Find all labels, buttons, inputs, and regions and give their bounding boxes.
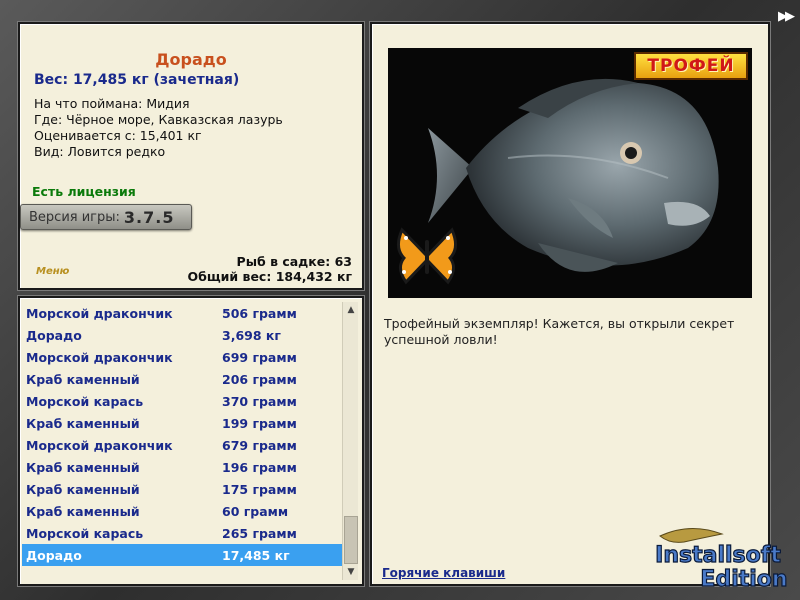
catch-fish-name: Морской карась xyxy=(26,525,144,541)
catch-list-item[interactable]: Дорадо 3,698 кг xyxy=(22,324,342,346)
version-label: Версия игры: xyxy=(29,209,120,225)
fish-count: Рыб в садке: 63 xyxy=(236,254,352,269)
catch-fish-name: Краб каменный xyxy=(26,459,140,475)
catch-list-item[interactable]: Краб каменный 206 грамм xyxy=(22,368,342,390)
catch-fish-name: Морской дракончик xyxy=(26,305,173,321)
catch-fish-name: Краб каменный xyxy=(26,371,140,387)
catch-fish-weight: 370 грамм xyxy=(222,393,297,409)
scroll-thumb[interactable] xyxy=(344,516,358,564)
total-weight: Общий вес: 184,432 кг xyxy=(187,269,353,284)
watermark-line1: Installsoft xyxy=(655,543,781,568)
fast-forward-icon[interactable]: ▶▶ xyxy=(778,9,795,24)
catch-fish-weight: 175 грамм xyxy=(222,481,297,497)
watermark-logo: Installsoft Edition xyxy=(655,527,788,593)
catch-list-item[interactable]: Краб каменный 199 грамм xyxy=(22,412,342,434)
catch-fish-name: Краб каменный xyxy=(26,481,140,497)
version-badge: Версия игры: 3.7.5 xyxy=(20,204,192,230)
watermark-line2: Edition xyxy=(700,567,787,592)
trophy-badge: ТРОФЕЙ xyxy=(634,52,748,80)
catch-fish-name: Дорадо xyxy=(26,327,82,343)
installsoft-watermark: Installsoft Edition xyxy=(640,522,796,594)
catch-fish-name: Морской дракончик xyxy=(26,349,173,365)
keepnet-stats: Рыб в садке: 63 Общий вес: 184,432 кг xyxy=(188,254,353,284)
catch-fish-weight: 196 грамм xyxy=(222,459,297,475)
kind-line: Вид: Ловится редко xyxy=(34,144,166,159)
catch-list-scrollbar[interactable]: ▲ ▼ xyxy=(342,302,358,580)
catch-fish-name: Морской карась xyxy=(26,393,144,409)
catch-list-item[interactable]: Морской дракончик 699 грамм xyxy=(22,346,342,368)
catch-fish-weight: 3,698 кг xyxy=(222,327,281,343)
catch-fish-name: Морской дракончик xyxy=(26,437,173,453)
catch-fish-weight: 199 грамм xyxy=(222,415,297,431)
catch-list: Морской дракончик 506 грамм Дорадо 3,698 кг… xyxy=(22,302,342,566)
catch-fish-name: Краб каменный xyxy=(26,415,140,431)
catch-fish-name: Дорадо xyxy=(26,547,82,563)
catch-fish-name: Краб каменный xyxy=(26,503,140,519)
rated-from-line: Оценивается с: 15,401 кг xyxy=(34,128,202,143)
catch-list-item[interactable]: Морской дракончик 506 грамм xyxy=(22,302,342,324)
caught-on-line: На что поймана: Мидия xyxy=(34,96,190,111)
catch-list-item[interactable]: Морской карась 265 грамм xyxy=(22,522,342,544)
catch-fish-weight: 679 грамм xyxy=(222,437,297,453)
license-status: Есть лицензия xyxy=(32,184,136,199)
catch-list-item[interactable]: Краб каменный 175 грамм xyxy=(22,478,342,500)
catch-fish-weight: 506 грамм xyxy=(222,305,297,321)
catch-fish-weight: 699 грамм xyxy=(222,349,297,365)
catch-fish-weight: 265 грамм xyxy=(222,525,297,541)
trophy-panel: ТРОФЕЙ Трофейный экземпляр! Кажется, вы … xyxy=(370,22,770,586)
butterfly-icon xyxy=(397,227,457,285)
fish-weight-line: Вес: 17,485 кг (зачетная) xyxy=(34,72,240,88)
chevron-up-icon[interactable]: ▲ xyxy=(343,302,359,318)
hotkeys-link[interactable]: Горячие клавиши xyxy=(382,566,505,580)
fish-info-panel: Дорадо Вес: 17,485 кг (зачетная) На что … xyxy=(18,22,364,290)
location-line: Где: Чёрное море, Кавказская лазурь xyxy=(34,112,283,127)
version-number: 3.7.5 xyxy=(123,207,175,227)
menu-button[interactable]: Меню xyxy=(36,266,69,277)
catch-list-item[interactable]: Морской карась 370 грамм xyxy=(22,390,342,412)
catch-list-panel: Морской дракончик 506 грамм Дорадо 3,698 кг… xyxy=(18,296,364,586)
chevron-down-icon[interactable]: ▼ xyxy=(343,564,359,580)
fish-name-title: Дорадо xyxy=(155,50,227,69)
catch-fish-weight: 60 грамм xyxy=(222,503,289,519)
trophy-message: Трофейный экземпляр! Кажется, вы открыли… xyxy=(384,316,735,347)
fish-photo: ТРОФЕЙ xyxy=(388,48,752,298)
catch-fish-weight: 206 грамм xyxy=(222,371,297,387)
catch-fish-weight: 17,485 кг xyxy=(222,547,290,563)
catch-list-item[interactable]: Дорадо 17,485 кг xyxy=(22,544,342,566)
catch-list-item[interactable]: Морской дракончик 679 грамм xyxy=(22,434,342,456)
catch-list-item[interactable]: Краб каменный 60 грамм xyxy=(22,500,342,522)
catch-list-item[interactable]: Краб каменный 196 грамм xyxy=(22,456,342,478)
